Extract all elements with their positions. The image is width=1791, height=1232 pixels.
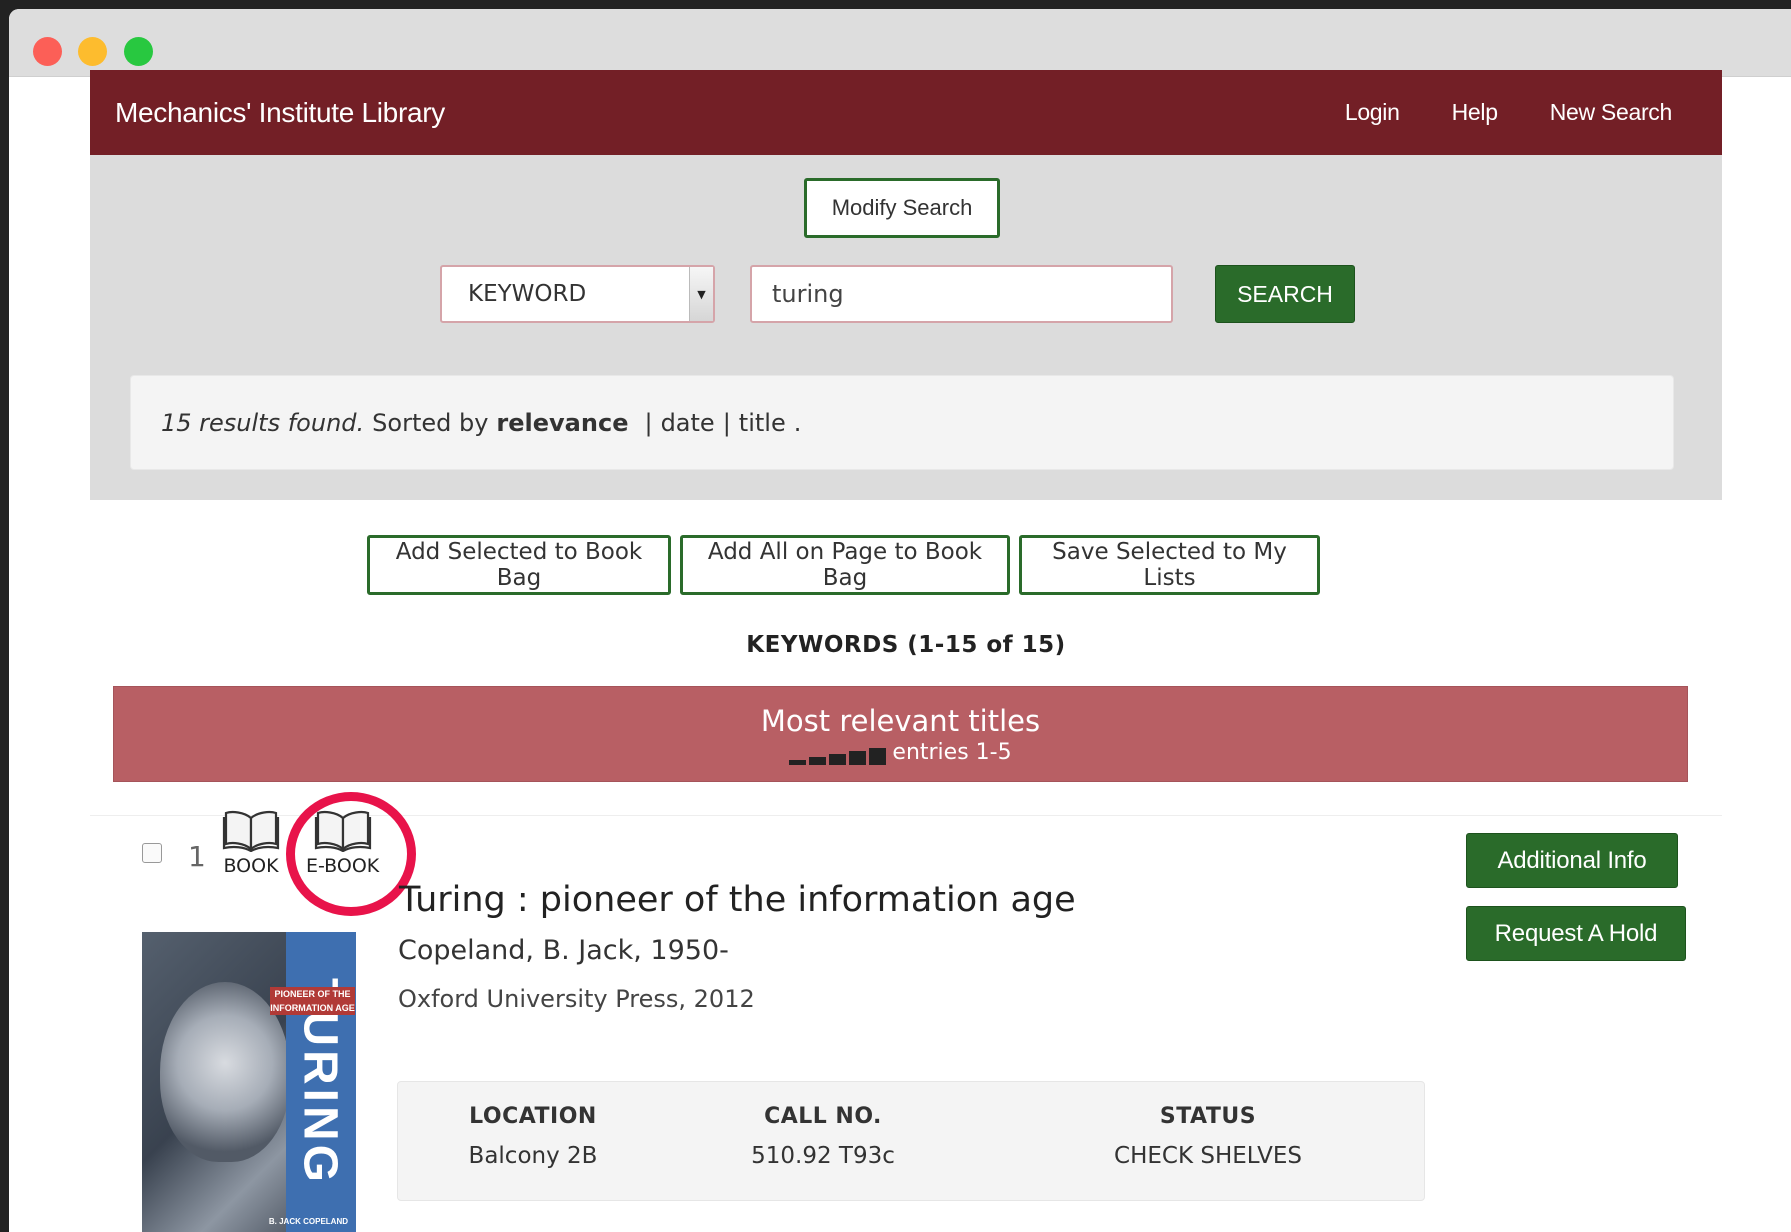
- holdings-location-col: LOCATION Balcony 2B: [448, 1104, 618, 1169]
- holdings-table: LOCATION Balcony 2B CALL NO. 510.92 T93c…: [397, 1081, 1425, 1201]
- add-selected-to-bag-button[interactable]: Add Selected to Book Bag: [367, 535, 671, 595]
- record-publisher: Oxford University Press, 2012: [398, 985, 755, 1013]
- maximize-window-button[interactable]: [124, 37, 153, 66]
- sort-separator: |: [722, 408, 731, 437]
- catalog-page: Mechanics' Institute Library Login Help …: [90, 70, 1722, 500]
- login-link[interactable]: Login: [1345, 99, 1400, 126]
- cover-subtitle-line1: PIONEER OF THE: [274, 989, 351, 999]
- format-book: BOOK: [222, 808, 280, 877]
- additional-info-button[interactable]: Additional Info: [1466, 833, 1678, 888]
- results-summary: 15 results found. Sorted by relevance | …: [130, 375, 1674, 470]
- add-all-to-bag-button[interactable]: Add All on Page to Book Bag: [680, 535, 1010, 595]
- cover-author: B. JACK COPELAND: [268, 1217, 348, 1226]
- new-search-link[interactable]: New Search: [1550, 99, 1673, 126]
- window-titlebar: [9, 9, 1791, 77]
- sort-end: .: [793, 408, 802, 437]
- request-hold-button[interactable]: Request A Hold: [1466, 906, 1686, 961]
- highlight-circle-annotation: [286, 792, 416, 916]
- holdings-callno-header: CALL NO.: [764, 1104, 882, 1129]
- bulk-actions: Add Selected to Book Bag Add All on Page…: [367, 535, 1320, 595]
- relevance-banner: Most relevant titles entries 1-5: [113, 686, 1688, 782]
- record-select-checkbox[interactable]: [142, 843, 162, 863]
- sort-relevance: relevance: [496, 408, 629, 437]
- holdings-location-value: Balcony 2B: [468, 1143, 598, 1169]
- minimize-window-button[interactable]: [78, 37, 107, 66]
- holdings-status-value: CHECK SHELVES: [1114, 1143, 1302, 1169]
- search-panel: Modify Search KEYWORD ▼ SEARCH 15 result…: [90, 155, 1722, 500]
- sorted-by-label: Sorted by: [372, 408, 489, 437]
- search-type-select[interactable]: KEYWORD ▼: [440, 265, 715, 323]
- help-link[interactable]: Help: [1452, 99, 1498, 126]
- holdings-location-header: LOCATION: [469, 1104, 597, 1129]
- keywords-heading: KEYWORDS (1-15 of 15): [746, 632, 1066, 658]
- site-header: Mechanics' Institute Library Login Help …: [90, 70, 1722, 155]
- relevance-bars-icon: [789, 747, 887, 765]
- book-cover-image[interactable]: TURING PIONEER OF THE INFORMATION AGE B.…: [142, 932, 356, 1232]
- cover-subtitle: PIONEER OF THE INFORMATION AGE: [270, 987, 355, 1015]
- close-window-button[interactable]: [33, 37, 62, 66]
- search-input[interactable]: [750, 265, 1173, 323]
- chevron-down-icon: ▼: [689, 267, 713, 321]
- record-author-link[interactable]: Copeland, B. Jack, 1950-: [398, 935, 729, 966]
- record-title-link[interactable]: Turing : pioneer of the information age: [399, 880, 1076, 920]
- modify-search-button[interactable]: Modify Search: [804, 178, 1000, 238]
- record-number: 1: [188, 840, 206, 873]
- search-type-value: KEYWORD: [468, 281, 587, 307]
- relevance-title: Most relevant titles: [760, 703, 1041, 738]
- holdings-status-header: STATUS: [1159, 1104, 1257, 1129]
- header-nav: Login Help New Search: [1345, 99, 1672, 126]
- cover-subtitle-line2: INFORMATION AGE: [270, 1003, 355, 1013]
- book-icon: [222, 810, 280, 852]
- relevance-entries: entries 1-5: [789, 739, 1012, 765]
- cover-title: TURING: [293, 978, 347, 1186]
- sort-separator: |: [644, 408, 653, 437]
- holdings-callno-col: CALL NO. 510.92 T93c: [738, 1104, 908, 1169]
- save-selected-to-lists-button[interactable]: Save Selected to My Lists: [1019, 535, 1320, 595]
- sort-date-link[interactable]: date: [661, 409, 715, 437]
- holdings-callno-value: 510.92 T93c: [751, 1143, 895, 1169]
- format-book-label: BOOK: [223, 855, 279, 877]
- sort-title-link[interactable]: title: [739, 409, 786, 437]
- results-count: 15 results found.: [161, 408, 365, 437]
- holdings-status-col: STATUS CHECK SHELVES: [1098, 1104, 1318, 1169]
- relevance-entries-label: entries 1-5: [892, 739, 1012, 765]
- search-button[interactable]: SEARCH: [1215, 265, 1355, 323]
- library-brand[interactable]: Mechanics' Institute Library: [115, 97, 445, 129]
